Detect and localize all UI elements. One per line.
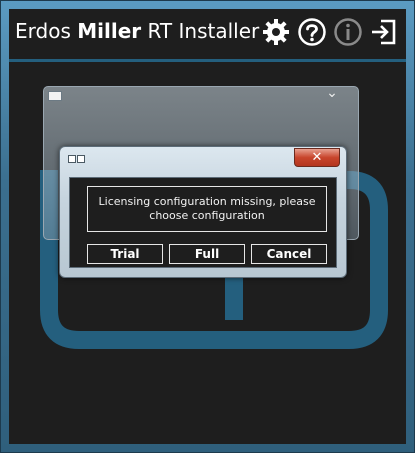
gear-icon[interactable] (260, 16, 292, 48)
parent-close-icon[interactable]: ⌄ (310, 85, 354, 103)
divider-line (9, 59, 406, 62)
content-panel: ⌄ ✕ Licensing configuration missing, ple… (9, 55, 406, 444)
licensing-message: Licensing configuration missing, please … (87, 186, 327, 232)
dialog-close-button[interactable]: ✕ (294, 148, 340, 167)
help-icon[interactable] (296, 16, 328, 48)
title-text-erdos: Erdos (15, 19, 78, 43)
dialog-body: Licensing configuration missing, please … (69, 177, 337, 268)
full-button[interactable]: Full (169, 244, 245, 264)
app-title: Erdos Miller RT Installer (15, 19, 259, 43)
parent-dialog-icon (48, 91, 62, 101)
cancel-button[interactable]: Cancel (251, 244, 327, 264)
info-icon[interactable] (332, 16, 364, 48)
title-text-miller: Miller (77, 19, 142, 43)
exit-icon[interactable] (368, 16, 400, 48)
toolbar-icons (260, 15, 400, 49)
title-bar: Erdos Miller RT Installer (9, 9, 406, 55)
licensing-dialog: ✕ Licensing configuration missing, pleas… (59, 146, 347, 278)
title-text-rt-installer: RT Installer (141, 19, 260, 43)
trial-button[interactable]: Trial (87, 244, 163, 264)
dialog-app-icon (68, 155, 85, 163)
installer-window: Erdos Miller RT Installer ⌄ ✕ Licensing … (0, 0, 415, 453)
